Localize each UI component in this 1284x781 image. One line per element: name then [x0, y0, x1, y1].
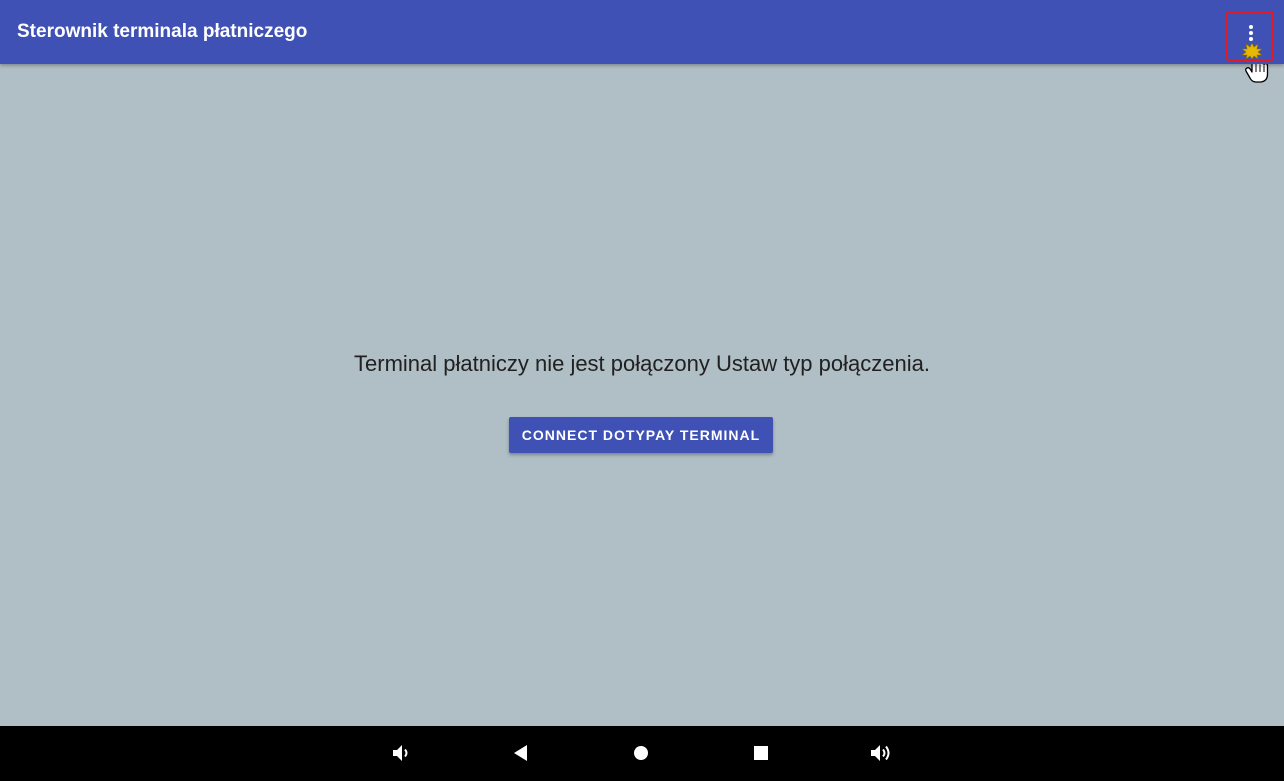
app-title: Sterownik terminala płatniczego — [17, 21, 308, 42]
volume-down-icon[interactable] — [388, 740, 414, 766]
volume-up-icon[interactable] — [868, 740, 894, 766]
overflow-menu-button[interactable] — [1226, 11, 1274, 61]
click-burst-icon — [1241, 42, 1263, 59]
connect-dotypay-terminal-button[interactable]: CONNECT DOTYPAY TERMINAL — [509, 417, 773, 453]
main-content: Terminal płatniczy nie jest połączony Us… — [0, 64, 1284, 726]
back-icon[interactable] — [508, 740, 534, 766]
recents-icon[interactable] — [748, 740, 774, 766]
home-icon[interactable] — [628, 740, 654, 766]
connection-status-message: Terminal płatniczy nie jest połączony Us… — [354, 351, 930, 376]
app-screen: Sterownik terminala płatniczego Terminal… — [0, 0, 1284, 781]
system-navigation-bar — [0, 726, 1284, 781]
app-bar: Sterownik terminala płatniczego — [0, 0, 1284, 64]
